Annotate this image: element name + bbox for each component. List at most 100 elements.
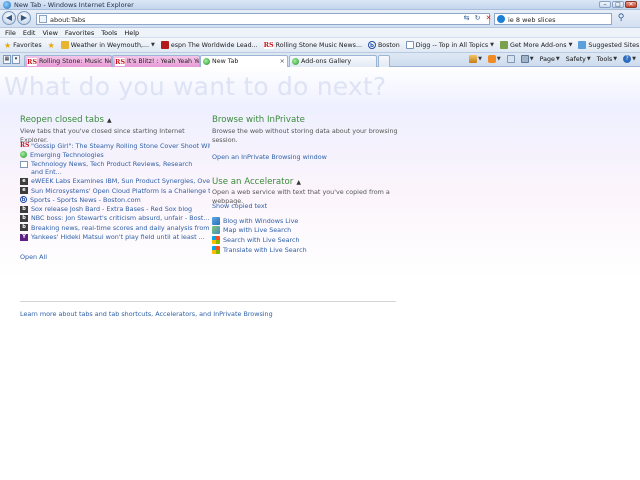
page-menu[interactable]: Page ▼ <box>540 56 560 63</box>
close-button[interactable]: ✕ <box>625 1 637 8</box>
digg-icon <box>405 41 414 49</box>
fav-item-espn[interactable]: espn The Worldwide Lead... <box>160 41 258 49</box>
tab-label: Rolling Stone: Music News... <box>39 57 111 65</box>
add-to-favorites-icon: ★ <box>47 40 55 50</box>
chevron-down-icon: ▼ <box>586 56 591 62</box>
list-item[interactable]: RS "Gossip Girl": The Steamy Rolling Ston… <box>20 141 210 150</box>
collapse-icon[interactable]: ▲ <box>107 117 112 124</box>
windows-icon <box>212 245 220 254</box>
menu-help[interactable]: Help <box>124 29 139 37</box>
inprivate-title: Browse with InPrivate <box>212 115 305 125</box>
list-item[interactable]: e eWEEK Labs Examines IBM, Sun Product Sy… <box>20 177 210 186</box>
list-item[interactable]: b NBC boss: Jon Stewart's criticism absur… <box>20 214 210 223</box>
windows-icon <box>212 235 220 244</box>
address-bar[interactable] <box>36 13 490 25</box>
quick-tabs-icon: ▦ <box>3 55 11 64</box>
minimize-button[interactable]: – <box>599 1 611 8</box>
list-item[interactable]: Y Yankees' Hideki Matsui won't play field… <box>20 232 210 241</box>
forward-button[interactable]: ▶ <box>17 11 31 25</box>
learn-more-link[interactable]: Learn more about tabs and tab shortcuts,… <box>20 310 273 318</box>
list-item[interactable]: Emerging Technologies <box>20 150 210 159</box>
close-tab-icon[interactable]: × <box>280 56 285 66</box>
boston-icon: b <box>367 41 376 49</box>
list-item-label: eWEEK Labs Examines IBM, Sun Product Syn… <box>31 177 210 186</box>
chevron-down-icon: ▼ <box>613 56 618 62</box>
list-item-label: Breaking news, real-time scores and dail… <box>31 223 210 232</box>
back-button[interactable]: ◀ <box>2 11 16 25</box>
fav-item-rolling-stone[interactable]: RS Rolling Stone Music News... <box>263 41 362 49</box>
news-icon: b <box>20 224 28 232</box>
page-icon <box>20 160 28 168</box>
reopen-closed-tabs-title: Reopen closed tabs ▲ <box>20 115 112 125</box>
open-all-link[interactable]: Open All <box>20 253 47 261</box>
mail-button[interactable] <box>506 55 515 63</box>
tab-label: New Tab <box>212 57 239 65</box>
search-icon[interactable]: ⚲ <box>615 12 627 24</box>
help-button[interactable]: ? ▼ <box>623 55 636 63</box>
new-tab-button[interactable] <box>378 55 390 67</box>
fav-item-suggested-sites[interactable]: Suggested Sites▼ <box>578 41 640 49</box>
compatibility-view-icon[interactable]: ⇆ <box>462 13 471 23</box>
reopen-title-text: Reopen closed tabs <box>20 115 104 125</box>
menu-view[interactable]: View <box>42 29 57 37</box>
menu-tools[interactable]: Tools <box>101 29 117 37</box>
menu-edit[interactable]: Edit <box>23 29 36 37</box>
fav-item-boston[interactable]: b Boston <box>367 41 400 49</box>
window-controls: – □ ✕ <box>599 1 637 8</box>
divider <box>20 301 396 302</box>
suggested-sites-icon <box>578 41 587 49</box>
safety-menu[interactable]: Safety ▼ <box>566 56 591 63</box>
favorites-label: Favorites <box>13 41 42 49</box>
list-item[interactable]: Blog with Windows Live <box>212 216 307 226</box>
chevron-down-icon: ▼ <box>632 56 636 62</box>
feeds-button[interactable]: ▼ <box>487 55 501 63</box>
tools-menu[interactable]: Tools ▼ <box>597 56 617 63</box>
show-copied-text-link[interactable]: Show copied text <box>212 202 267 210</box>
address-input[interactable] <box>50 15 450 24</box>
search-input[interactable] <box>508 15 608 24</box>
list-item-label: Blog with Windows Live <box>223 216 299 225</box>
tab-addons-gallery[interactable]: Add-ons Gallery <box>289 55 377 67</box>
list-item[interactable]: Technology News, Tech Product Reviews, R… <box>20 160 200 177</box>
list-item[interactable]: Search with Live Search <box>212 235 307 245</box>
menu-file[interactable]: File <box>5 29 16 37</box>
news-icon: e <box>20 177 28 185</box>
stop-icon[interactable]: ✕ <box>484 13 493 23</box>
command-bar: ▼ ▼ ▼ Page ▼ Safety ▼ Tools ▼ ? ▼ <box>469 55 636 63</box>
add-favorite-button[interactable]: ★ <box>48 41 55 50</box>
accelerator-title: Use an Accelerator ▲ <box>212 177 301 187</box>
ie-icon <box>3 1 11 9</box>
tab-label: It's Blitz! : Yeah Yeah Yeahs... <box>127 57 199 65</box>
search-box[interactable] <box>494 13 612 25</box>
list-item-label: Sports - Sports News - Boston.com <box>30 195 141 204</box>
address-toolbar: ◀ ▶ ⇆ ↻ ✕ ⚲ <box>0 10 640 28</box>
favorites-button[interactable]: ★ Favorites <box>4 41 42 50</box>
fav-item-weather[interactable]: Weather in Weymouth,... ▼ <box>60 41 155 49</box>
collapse-icon[interactable]: ▲ <box>296 179 301 186</box>
quick-tabs-button[interactable]: ▦ ▾ <box>3 55 21 65</box>
tab-its-blitz[interactable]: RS It's Blitz! : Yeah Yeah Yeahs... <box>112 55 200 67</box>
fav-item-digg[interactable]: Digg -- Top in All Topics ▼ <box>405 41 494 49</box>
home-icon <box>469 55 478 63</box>
refresh-icon[interactable]: ↻ <box>473 13 482 23</box>
accelerator-list: Blog with Windows Live Map with Live Sea… <box>212 216 307 254</box>
tab-new-tab[interactable]: New Tab × <box>200 55 288 67</box>
list-item-label: Technology News, Tech Product Reviews, R… <box>31 159 193 177</box>
list-item[interactable]: b Breaking news, real-time scores and dai… <box>20 223 210 232</box>
list-item[interactable]: e Sun Microsystems' Open Cloud Platform I… <box>20 186 210 195</box>
list-item[interactable]: b Sports - Sports News - Boston.com <box>20 195 210 204</box>
list-item[interactable]: b Sox release Josh Bard - Extra Bases - R… <box>20 204 210 213</box>
tab-rolling-stone[interactable]: RS Rolling Stone: Music News... <box>24 55 112 67</box>
blog-icon <box>212 216 220 225</box>
list-item-label: "Gossip Girl": The Steamy Rolling Stone … <box>31 141 210 150</box>
home-button[interactable]: ▼ <box>469 55 482 63</box>
list-item[interactable]: Translate with Live Search <box>212 245 307 255</box>
list-item-label: Search with Live Search <box>223 235 300 244</box>
list-item[interactable]: Map with Live Search <box>212 226 307 236</box>
feeds-icon <box>487 55 496 63</box>
menu-favorites[interactable]: Favorites <box>65 29 94 37</box>
fav-item-get-addons[interactable]: Get More Add-ons ▼ <box>500 41 572 49</box>
print-button[interactable]: ▼ <box>520 55 534 63</box>
open-inprivate-link[interactable]: Open an InPrivate Browsing window <box>212 153 327 161</box>
maximize-button[interactable]: □ <box>612 1 624 8</box>
